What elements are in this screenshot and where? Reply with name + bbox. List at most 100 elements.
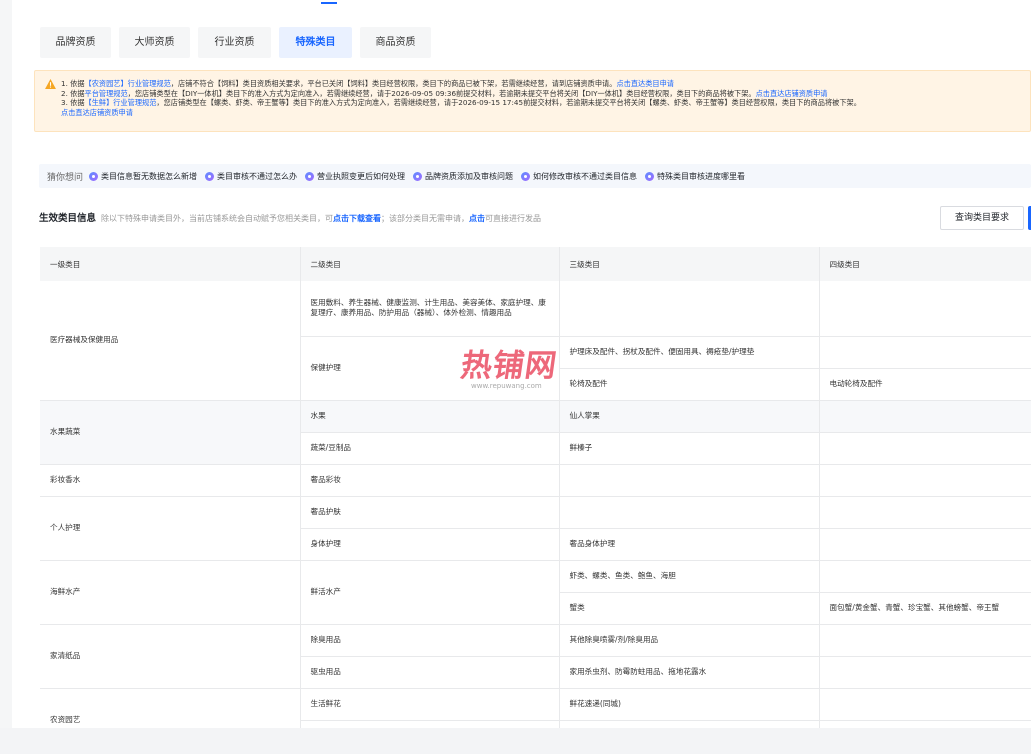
col-header-level1: 一级类目 (40, 247, 301, 281)
table-row: 海鲜水产 鲜活水产 虾类、螺类、鱼类、鲍鱼、海胆 (40, 560, 1031, 625)
question-icon (89, 171, 99, 181)
fresh-rules-link[interactable]: 【生鲜】行业管理规范 (85, 98, 157, 107)
table-cell: 鲜活水产 (300, 560, 560, 625)
table-cell (819, 432, 1031, 465)
effective-category-header: 生效类目信息 除以下特殊申请类目外，当前店铺系统会自动赋予您相关类目，可点击下载查… (39, 210, 541, 224)
section-desc: 除以下特殊申请类目外，当前店铺系统会自动赋予您相关类目，可 (101, 214, 334, 223)
table-cell (300, 720, 560, 728)
section-title: 生效类目信息 (39, 213, 97, 224)
tab-special-category[interactable]: 特殊类目 (279, 27, 352, 58)
faq-bar: 猜你想问 类目信息暂无数据怎么新增 类目审核不通过怎么办 营业执照变更后如何处理… (39, 164, 1031, 188)
table-cell: 蔬菜/豆制品 (300, 432, 560, 465)
notice-text: ，店铺不符合【饲料】类目资质相关要求，平台已关闭【饲料】类目经营权限，类目下的商… (170, 79, 617, 88)
table-cell: 医疗器械及保健用品 (40, 281, 301, 401)
faq-item[interactable]: 营业执照变更后如何处理 (305, 171, 405, 182)
table-cell: 鲜花速递(同城) (559, 688, 820, 721)
faq-label: 营业执照变更后如何处理 (317, 171, 406, 181)
table-cell (819, 688, 1031, 721)
warning-notice: 1. 依据【农资园艺】行业管理规范，店铺不符合【饲料】类目资质相关要求，平台已关… (34, 70, 1031, 132)
faq-label: 如何修改审核不通过类目信息 (533, 171, 638, 181)
table-cell (819, 496, 1031, 529)
table-row: 水果蔬菜 水果 仙人掌果 (40, 400, 1031, 465)
table-cell: 身体护理 (300, 528, 560, 561)
table-cell: 水果蔬菜 (40, 400, 301, 465)
category-table: 一级类目 二级类目 三级类目 四级类目 医疗器械及保健用品 医用敷料、养生器械、… (40, 247, 1031, 728)
table-cell: 鲜榛子 (559, 432, 820, 465)
table-cell (559, 464, 820, 497)
table-cell: 面包蟹/黄金蟹、青蟹、珍宝蟹、其他螃蟹、帝王蟹 (819, 592, 1031, 625)
table-cell: 家用杀虫剂、防霉防蛀用品、拖地花露水 (559, 656, 820, 689)
notice-line-3: 3. 依据【生鲜】行业管理规范，您店铺类型在【螺类、虾类、帝王蟹等】类目下的准入… (61, 98, 1020, 108)
question-icon (645, 171, 655, 181)
table-cell: 农资园艺 (40, 688, 301, 728)
table-cell: 生活鲜花 (300, 688, 560, 721)
notice-text: 2. 依据 (61, 88, 85, 98)
table-cell: 轮椅及配件 (559, 368, 820, 401)
section-desc: ；该部分类目无需申请， (381, 214, 470, 223)
table-cell (819, 528, 1031, 561)
table-cell (819, 720, 1031, 728)
store-qualification-apply-link[interactable]: 点击直达店铺资质申请 (756, 89, 828, 98)
col-header-level4: 四级类目 (819, 247, 1031, 281)
tab-product-qualification[interactable]: 商品资质 (360, 27, 431, 58)
left-sidebar-edge (0, 0, 12, 728)
table-cell: 海鲜水产 (40, 560, 301, 625)
tab-master-qualification[interactable]: 大师资质 (119, 27, 190, 58)
col-header-level2: 二级类目 (300, 247, 560, 281)
table-cell (559, 496, 820, 529)
publish-link[interactable]: 点击 (469, 214, 485, 223)
question-icon (305, 171, 315, 181)
table-row: 农资园艺 生活鲜花 鲜花速递(同城) (40, 688, 1031, 728)
faq-item[interactable]: 类目信息暂无数据怎么新增 (89, 171, 197, 182)
question-icon (521, 171, 531, 181)
table-row: 医疗器械及保健用品 医用敷料、养生器械、健康监测、计生用品、美容美体、家庭护理、… (40, 281, 1031, 401)
table-row: 彩妆香水 奢品彩妆 (40, 464, 1031, 497)
table-cell (819, 624, 1031, 657)
faq-label: 类目审核不通过怎么办 (217, 171, 298, 181)
table-cell: 保健护理 (300, 336, 560, 401)
table-row: 个人护理 奢品护肤 (40, 496, 1031, 561)
main-content: 品牌资质 大师资质 行业资质 特殊类目 商品资质 1. 依据【农资园艺】行业管理… (34, 0, 1031, 728)
table-cell: 护理床及配件、拐杖及配件、便固用具、褥疮垫/护理垫 (559, 336, 820, 369)
table-cell: 驱虫用品 (300, 656, 560, 689)
table-cell: 虾类、螺类、鱼类、鲍鱼、海胆 (559, 560, 820, 593)
faq-label: 类目信息暂无数据怎么新增 (101, 171, 198, 181)
agri-garden-rules-link[interactable]: 【农资园艺】行业管理规范 (85, 79, 171, 88)
section-desc: 可直接进行发品 (485, 214, 542, 223)
faq-item[interactable]: 如何修改审核不通过类目信息 (521, 171, 637, 182)
faq-title: 猜你想问 (47, 172, 84, 183)
table-cell: 除臭用品 (300, 624, 560, 657)
warning-icon (45, 79, 56, 89)
table-row: 家清纸品 除臭用品 其他除臭喷雾/剂/除臭用品 (40, 624, 1031, 689)
platform-rules-link[interactable]: 平台管理规范 (85, 89, 128, 98)
col-header-level3: 三级类目 (559, 247, 820, 281)
table-header-row: 一级类目 二级类目 三级类目 四级类目 (40, 247, 1031, 281)
table-cell (559, 720, 820, 728)
table-cell: 彩妆香水 (40, 464, 301, 497)
table-cell (819, 281, 1031, 337)
query-category-requirements-button[interactable]: 查询类目要求 (940, 206, 1024, 230)
table-cell: 水果 (300, 400, 560, 433)
question-icon (205, 171, 215, 181)
faq-label: 特殊类目审核进度哪里看 (657, 171, 746, 181)
tab-brand-qualification[interactable]: 品牌资质 (40, 27, 111, 58)
qualification-tabs: 品牌资质 大师资质 行业资质 特殊类目 商品资质 (40, 27, 439, 58)
faq-item[interactable]: 品牌资质添加及审核问题 (413, 171, 513, 182)
faq-item[interactable]: 特殊类目审核进度哪里看 (645, 171, 745, 182)
category-apply-link[interactable]: 点击直达类目申请 (616, 79, 674, 88)
table-cell: 蟹类 (559, 592, 820, 625)
tab-industry-qualification[interactable]: 行业资质 (198, 27, 271, 58)
download-view-link[interactable]: 点击下载查看 (333, 214, 381, 223)
table-cell: 奢品身体护理 (559, 528, 820, 561)
store-qualification-apply-link-2[interactable]: 点击直达店铺资质申请 (61, 108, 133, 117)
table-cell (819, 656, 1031, 689)
table-cell: 奢品护肤 (300, 496, 560, 529)
question-icon (413, 171, 423, 181)
notice-line-2: 2. 依据平台管理规范，您店铺类型在【DIY一体机】类目下的准入方式为定向准入，… (61, 89, 1020, 99)
table-cell (559, 281, 820, 337)
table-cell: 家清纸品 (40, 624, 301, 689)
table-cell (819, 336, 1031, 369)
faq-item[interactable]: 类目审核不通过怎么办 (205, 171, 297, 182)
faq-label: 品牌资质添加及审核问题 (425, 171, 514, 181)
table-cell: 电动轮椅及配件 (819, 368, 1031, 401)
